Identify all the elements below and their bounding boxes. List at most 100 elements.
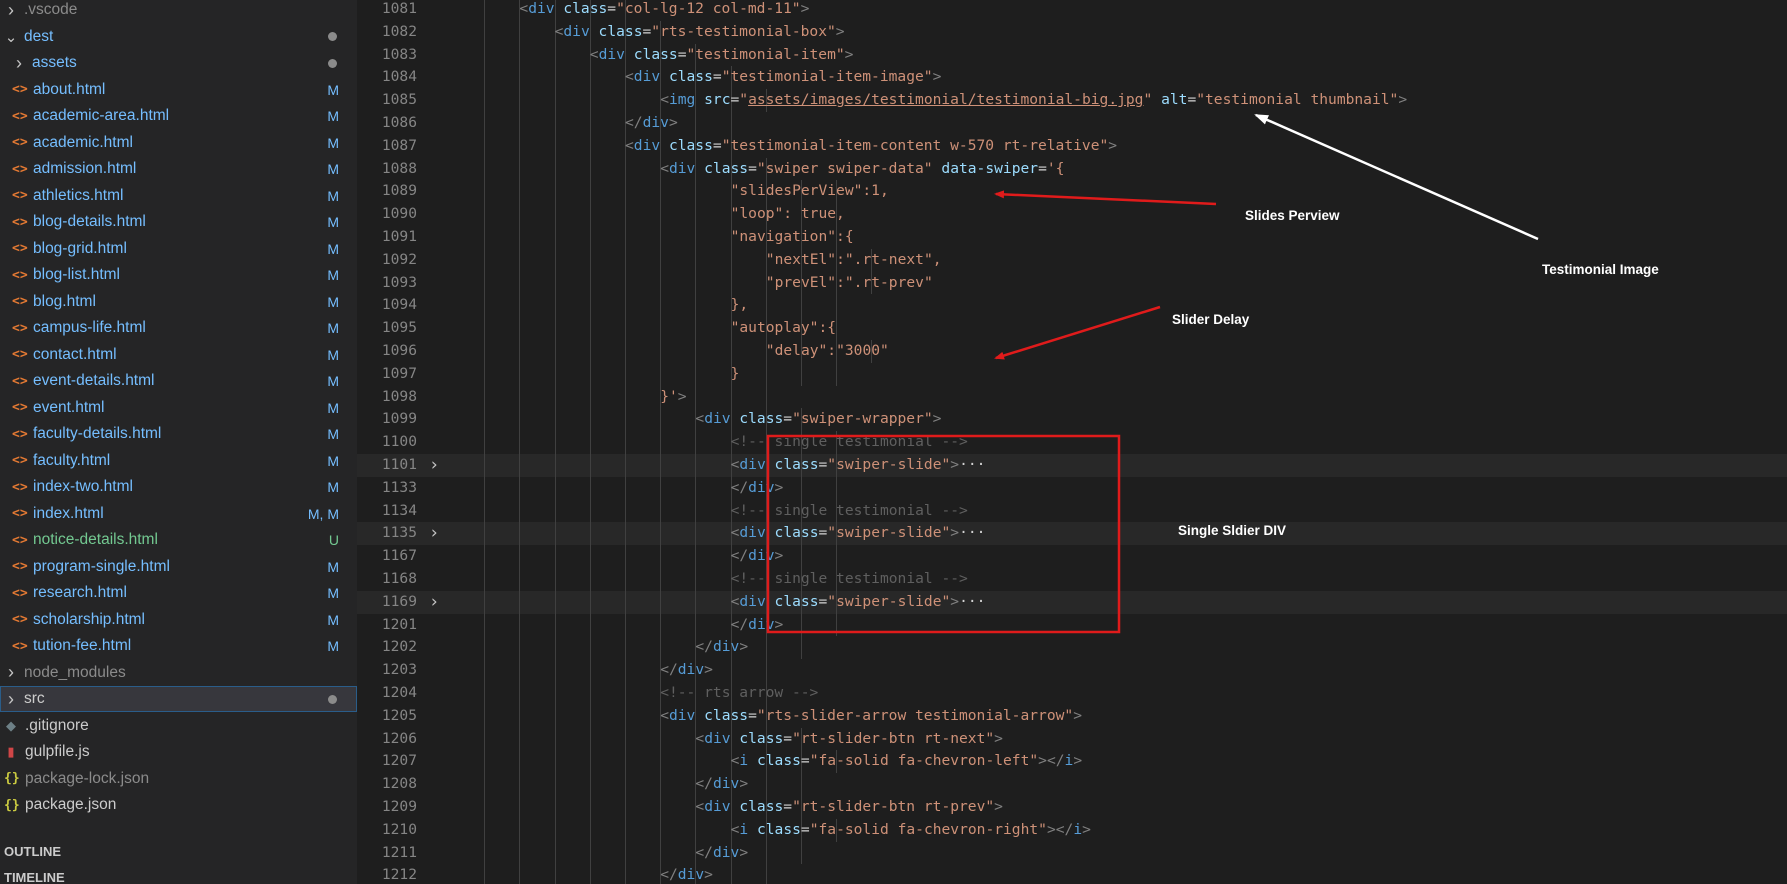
code-token: "testimonial-item": [686, 45, 845, 63]
code-line[interactable]: 1083 <div class="testimonial-item">: [357, 43, 1787, 67]
explorer-item-faculty-html[interactable]: <> faculty.html M: [0, 448, 357, 474]
explorer-sidebar: › .vscode ⌄ dest › assets <> about.html M <> acade…: [0, 0, 357, 884]
line-number: 1202: [381, 638, 417, 656]
code-line[interactable]: 1095 "autoplay":{: [357, 317, 1787, 340]
code-token: "autoplay":{: [730, 319, 837, 337]
code-line[interactable]: 1084 <div class="testimonial-item-image">: [357, 66, 1787, 90]
code-line[interactable]: 1085 <img src="assets/images/testimonial/…: [357, 89, 1787, 112]
code-line[interactable]: 1209 <div class="rt-slider-btn rt-prev">: [357, 796, 1787, 819]
outline-section-header[interactable]: OUTLINE: [4, 844, 61, 859]
code-line[interactable]: 1099 <div class="swiper-wrapper">: [357, 408, 1787, 432]
explorer-item-academic-html[interactable]: <> academic.html M: [0, 130, 357, 156]
code-token: </: [695, 843, 713, 861]
code-line[interactable]: 1205 <div class="rts-slider-arrow testimo…: [357, 704, 1787, 728]
explorer-item-tution-fee-html[interactable]: <> tution-fee.html M: [0, 633, 357, 659]
explorer-item-athletics-html[interactable]: <> athletics.html M: [0, 183, 357, 209]
code-line[interactable]: 1169 › <div class="swiper-slide">···: [357, 590, 1787, 614]
indent-guide: [625, 727, 626, 751]
code-line[interactable]: 1087 <div class="testimonial-item-content…: [357, 134, 1787, 158]
explorer-item-admission-html[interactable]: <> admission.html M: [0, 156, 357, 182]
indent-guide: [554, 66, 556, 90]
code-line[interactable]: 1134 <!-- single testimonial -->: [357, 499, 1787, 523]
code-text: <div class="rt-slider-btn rt-next">: [695, 728, 1003, 751]
explorer-item-campus-life-html[interactable]: <> campus-life.html M: [0, 315, 357, 341]
code-line[interactable]: 1212 </div>: [357, 864, 1787, 884]
explorer-item-scholarship-html[interactable]: <> scholarship.html M: [0, 607, 357, 633]
code-line[interactable]: 1168 <!-- single testimonial -->: [357, 568, 1787, 591]
code-editor[interactable]: 1081 <div class="col-lg-12 col-md-11"> 108…: [357, 0, 1787, 884]
code-token: <: [625, 136, 634, 154]
code-line[interactable]: 1207 <i class="fa-solid fa-chevron-left">…: [357, 750, 1787, 774]
explorer-item-package-json[interactable]: {} package.json: [0, 792, 357, 818]
explorer-item-index-two-html[interactable]: <> index-two.html M: [0, 474, 357, 500]
explorer-item-blog-details-html[interactable]: <> blog-details.html M: [0, 209, 357, 235]
fold-chevron-icon[interactable]: ›: [429, 522, 439, 545]
explorer-item-index-html[interactable]: <> index.html M, M: [0, 501, 357, 527]
code-line[interactable]: 1082 <div class="rts-testimonial-box">: [357, 20, 1787, 44]
html-file-icon: <>: [12, 135, 28, 150]
code-line[interactable]: 1096 "delay":"3000": [357, 340, 1787, 363]
code-token: div: [633, 136, 661, 154]
explorer-item-package-lock-json[interactable]: {} package-lock.json: [0, 766, 357, 792]
code-line[interactable]: 1101 › <div class="swiper-slide">···: [357, 454, 1787, 477]
explorer-item-gulpfile-js[interactable]: ▮ gulpfile.js: [0, 739, 357, 765]
explorer-item-notice-details-html[interactable]: <> notice-details.html U: [0, 527, 357, 553]
indent-guide: [519, 476, 521, 500]
code-text: "navigation":{: [731, 226, 854, 249]
code-line[interactable]: 1091 "navigation":{: [357, 226, 1787, 249]
explorer-item-vscode[interactable]: › .vscode: [0, 0, 357, 23]
code-line[interactable]: 1208 </div>: [357, 773, 1787, 796]
code-line[interactable]: 1088 <div class="swiper swiper-data" data…: [357, 157, 1787, 181]
code-line[interactable]: 1133 </div>: [357, 476, 1787, 500]
explorer-item-assets[interactable]: › assets: [0, 50, 357, 76]
explorer-item-blog-html[interactable]: <> blog.html M: [0, 289, 357, 315]
indent-guide: [589, 134, 591, 158]
code-line[interactable]: 1202 </div>: [357, 636, 1787, 660]
explorer-item-contact-html[interactable]: <> contact.html M: [0, 342, 357, 368]
explorer-item-event-details-html[interactable]: <> event-details.html M: [0, 368, 357, 394]
explorer-item-faculty-details-html[interactable]: <> faculty-details.html M: [0, 421, 357, 447]
code-line[interactable]: 1204 <!-- rts arrow -->: [357, 682, 1787, 705]
indent-guide: [519, 796, 521, 819]
explorer-item-dest[interactable]: ⌄ dest: [0, 24, 357, 50]
code-line[interactable]: 1098}'>: [357, 385, 1787, 409]
code-line[interactable]: 1211 </div>: [357, 841, 1787, 865]
code-token: >: [1073, 706, 1082, 724]
code-line[interactable]: 1097}: [357, 362, 1787, 386]
code-line[interactable]: 1089 "slidesPerView":1,: [357, 180, 1787, 204]
explorer-item-node-modules[interactable]: › node_modules: [0, 660, 357, 686]
code-line[interactable]: 1203 </div>: [357, 659, 1787, 682]
code-line[interactable]: 1081 <div class="col-lg-12 col-md-11">: [357, 0, 1787, 21]
explorer-item-src[interactable]: › src: [0, 686, 357, 712]
indent-guide: [625, 682, 626, 705]
code-line[interactable]: 1094},: [357, 294, 1787, 318]
indent-guide: [554, 864, 556, 884]
timeline-section-header[interactable]: TIMELINE: [4, 870, 65, 884]
explorer-item-program-single-html[interactable]: <> program-single.html M: [0, 554, 357, 580]
code-text: <!-- single testimonial -->: [731, 500, 968, 523]
code-token: >: [1082, 820, 1091, 838]
code-line[interactable]: 1206 <div class="rt-slider-btn rt-next">: [357, 727, 1787, 751]
explorer-item-academic-area-html[interactable]: <> academic-area.html M: [0, 103, 357, 129]
code-line[interactable]: 1135 › <div class="swiper-slide">···: [357, 522, 1787, 546]
code-line[interactable]: 1201 </div>: [357, 613, 1787, 637]
explorer-item-research-html[interactable]: <> research.html M: [0, 580, 357, 606]
code-token: "fa-solid fa-chevron-right": [809, 820, 1047, 838]
explorer-item-blog-grid-html[interactable]: <> blog-grid.html M: [0, 236, 357, 262]
code-line[interactable]: 1086 </div>: [357, 112, 1787, 135]
code-line[interactable]: 1167 </div>: [357, 545, 1787, 568]
fold-chevron-icon[interactable]: ›: [429, 454, 439, 477]
code-line[interactable]: 1210 <i class="fa-solid fa-chevron-right"…: [357, 818, 1787, 842]
indent-guide: [660, 568, 662, 591]
line-number: 1084: [381, 68, 417, 86]
explorer-item-blog-list-html[interactable]: <> blog-list.html M: [0, 262, 357, 288]
indent-guide: [695, 203, 697, 226]
code-line[interactable]: 1090 "loop": true,: [357, 203, 1787, 226]
fold-chevron-icon[interactable]: ›: [429, 591, 439, 614]
explorer-item-about-html[interactable]: <> about.html M: [0, 77, 357, 103]
code-line[interactable]: 1100 <!-- single testimonial -->: [357, 431, 1787, 454]
code-text: <!-- single testimonial -->: [731, 568, 968, 591]
explorer-item-event-html[interactable]: <> event.html M: [0, 395, 357, 421]
explorer-item-gitignore[interactable]: ◆ .gitignore: [0, 713, 357, 739]
indent-guide: [554, 590, 556, 614]
